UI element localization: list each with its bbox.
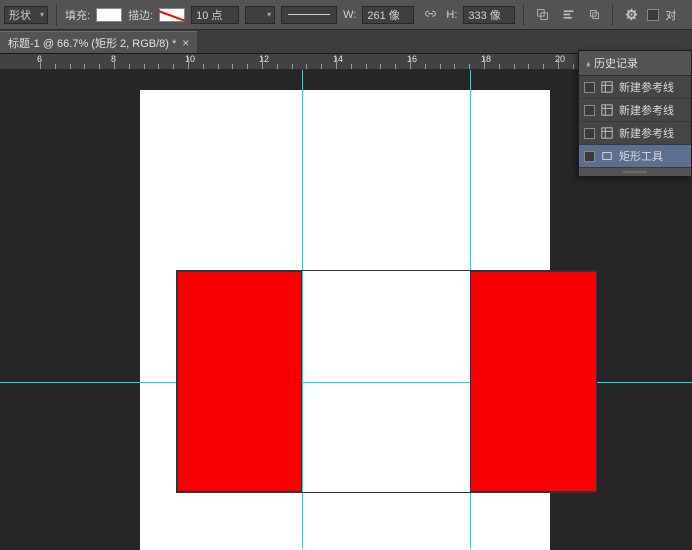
- history-item[interactable]: 新建参考线: [579, 99, 691, 122]
- ruler-number: 16: [407, 54, 417, 64]
- guide-icon: [600, 80, 614, 94]
- options-bar: 形状 填充: 描边: 10 点 W: 261 像 H: 333 像 对: [0, 0, 692, 30]
- ruler-number: 10: [185, 54, 195, 64]
- align-edges-label: 对: [665, 7, 676, 23]
- ruler-number: 20: [555, 54, 565, 64]
- history-item-checkbox[interactable]: [584, 82, 595, 93]
- stroke-style-dropdown[interactable]: [281, 6, 337, 24]
- guide-icon: [600, 103, 614, 117]
- ruler-number: 12: [259, 54, 269, 64]
- history-panel[interactable]: 历史记录 新建参考线新建参考线新建参考线矩形工具: [578, 50, 692, 177]
- rectangle-shape-left[interactable]: [177, 271, 302, 492]
- path-arrange-button[interactable]: [584, 5, 604, 25]
- history-item[interactable]: 新建参考线: [579, 122, 691, 145]
- rectangle-shape-right[interactable]: [470, 271, 597, 492]
- document-tab[interactable]: 标题-1 @ 66.7% (矩形 2, RGB/8) * ×: [0, 31, 197, 53]
- stroke-width-input[interactable]: 10 点: [191, 6, 239, 24]
- close-icon[interactable]: ×: [182, 36, 189, 50]
- history-item-checkbox[interactable]: [584, 105, 595, 116]
- width-label: W:: [343, 9, 356, 21]
- align-edges-checkbox[interactable]: [647, 9, 659, 21]
- path-combine-button[interactable]: [532, 5, 552, 25]
- history-item-checkbox[interactable]: [584, 151, 595, 162]
- shape-mode-dropdown[interactable]: 形状: [4, 6, 48, 24]
- stroke-width-dropdown[interactable]: [245, 6, 275, 24]
- history-item-label: 新建参考线: [619, 79, 674, 95]
- height-input[interactable]: 333 像: [463, 6, 515, 24]
- fill-label: 填充:: [65, 7, 90, 23]
- history-item-checkbox[interactable]: [584, 128, 595, 139]
- history-item[interactable]: 矩形工具: [579, 145, 691, 168]
- history-item[interactable]: 新建参考线: [579, 76, 691, 99]
- history-item-label: 新建参考线: [619, 102, 674, 118]
- link-icon[interactable]: [420, 5, 440, 25]
- document-tab-title: 标题-1 @ 66.7% (矩形 2, RGB/8) *: [8, 35, 176, 51]
- separator: [523, 4, 524, 26]
- stroke-swatch[interactable]: [159, 8, 185, 22]
- ruler-number: 14: [333, 54, 343, 64]
- guide-icon: [600, 126, 614, 140]
- stroke-label: 描边:: [128, 7, 153, 23]
- rectangle-tool-icon: [600, 149, 614, 163]
- height-label: H:: [446, 9, 457, 21]
- separator: [612, 4, 613, 26]
- history-panel-tab[interactable]: 历史记录: [579, 51, 691, 76]
- gear-icon[interactable]: [621, 5, 641, 25]
- width-input[interactable]: 261 像: [362, 6, 414, 24]
- fill-swatch[interactable]: [96, 8, 122, 22]
- panel-resize-handle[interactable]: [579, 168, 691, 176]
- history-item-label: 矩形工具: [619, 148, 663, 164]
- ruler-number: 18: [481, 54, 491, 64]
- history-item-label: 新建参考线: [619, 125, 674, 141]
- separator: [56, 4, 57, 26]
- path-align-button[interactable]: [558, 5, 578, 25]
